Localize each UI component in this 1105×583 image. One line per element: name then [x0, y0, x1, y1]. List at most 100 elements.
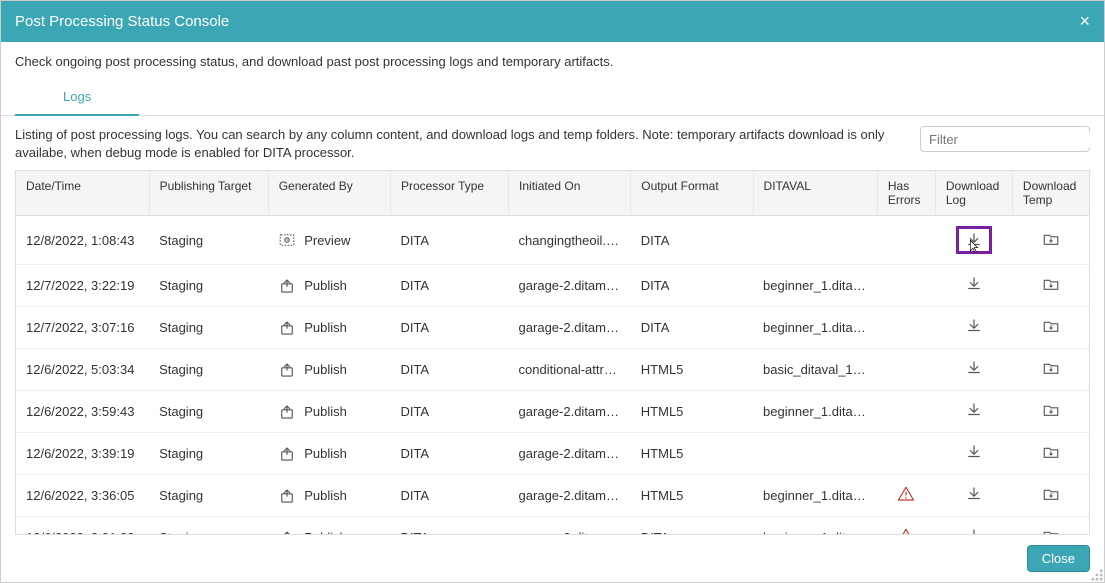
cell-output-format: HTML5 [631, 391, 753, 433]
cell-has-errors [877, 517, 935, 535]
download-temp-icon[interactable] [1042, 527, 1060, 535]
download-temp-icon[interactable] [1042, 401, 1060, 419]
cell-ditaval: beginner_1.ditaval [753, 475, 877, 517]
col-download-log[interactable]: Download Log [935, 171, 1012, 216]
cell-initiated-on: garage-2.ditamap (a [509, 517, 631, 535]
modal-title: Post Processing Status Console [15, 13, 229, 30]
cell-has-errors [877, 349, 935, 391]
cell-datetime: 12/7/2022, 3:07:16 [16, 307, 149, 349]
cell-processor-type: DITA [390, 517, 508, 535]
generated-by-label: Publish [304, 404, 347, 419]
table-row: 12/6/2022, 3:31:38StagingPublishDITAgara… [16, 517, 1089, 535]
cell-download-temp [1012, 391, 1089, 433]
cell-initiated-on: garage-2.ditamap (a [509, 433, 631, 475]
close-button[interactable]: Close [1027, 545, 1090, 572]
cell-datetime: 12/6/2022, 3:59:43 [16, 391, 149, 433]
download-log-icon[interactable] [965, 443, 983, 461]
download-log-icon[interactable] [965, 359, 983, 377]
table-row: 12/7/2022, 3:07:16StagingPublishDITAgara… [16, 307, 1089, 349]
col-download-temp[interactable]: Download Temp [1012, 171, 1089, 216]
download-log-icon[interactable] [965, 401, 983, 419]
warning-icon [897, 527, 915, 535]
cell-initiated-on: garage-2.ditamap (a [509, 475, 631, 517]
close-icon[interactable]: × [1079, 11, 1090, 32]
cell-publishing-target: Staging [149, 517, 268, 535]
cell-generated-by: Publish [268, 349, 390, 391]
col-output-format[interactable]: Output Format [631, 171, 753, 216]
cell-generated-by: Publish [268, 391, 390, 433]
tab-logs[interactable]: Logs [15, 79, 139, 116]
table-row: 12/7/2022, 3:22:19StagingPublishDITAgara… [16, 265, 1089, 307]
generated-by-label: Publish [304, 278, 347, 293]
cell-has-errors [877, 433, 935, 475]
logs-table: Date/Time Publishing Target Generated By… [16, 171, 1089, 535]
cell-generated-by: Publish [268, 517, 390, 535]
download-temp-icon[interactable] [1042, 230, 1060, 248]
cell-output-format: HTML5 [631, 349, 753, 391]
cell-ditaval: beginner_1.ditaval [753, 307, 877, 349]
generated-by-label: Publish [304, 488, 347, 503]
table-row: 12/6/2022, 3:39:19StagingPublishDITAgara… [16, 433, 1089, 475]
highlighted-download[interactable] [956, 226, 992, 254]
download-temp-icon[interactable] [1042, 275, 1060, 293]
cell-download-log [935, 265, 1012, 307]
preview-icon [278, 231, 296, 249]
download-log-icon[interactable] [965, 485, 983, 503]
listing-description: Listing of post processing logs. You can… [15, 126, 908, 162]
col-initiated-on[interactable]: Initiated On [509, 171, 631, 216]
cell-publishing-target: Staging [149, 475, 268, 517]
generated-by-label: Publish [304, 362, 347, 377]
cell-initiated-on: garage-2.ditamap (a [509, 391, 631, 433]
cell-download-log [935, 517, 1012, 535]
download-temp-icon[interactable] [1042, 317, 1060, 335]
cell-generated-by: Publish [268, 475, 390, 517]
generated-by-label: Publish [304, 446, 347, 461]
col-generated-by[interactable]: Generated By [268, 171, 390, 216]
cell-ditaval: beginner_1.ditaval [753, 265, 877, 307]
download-temp-icon[interactable] [1042, 359, 1060, 377]
cell-output-format: DITA [631, 307, 753, 349]
cell-ditaval: basic_ditaval_1.dita [753, 349, 877, 391]
table-row: 12/6/2022, 3:36:05StagingPublishDITAgara… [16, 475, 1089, 517]
download-log-icon[interactable] [965, 527, 983, 535]
filter-input[interactable] [929, 132, 1104, 147]
cell-processor-type: DITA [390, 475, 508, 517]
cell-datetime: 12/6/2022, 3:31:38 [16, 517, 149, 535]
publish-icon [278, 403, 296, 421]
cell-has-errors [877, 265, 935, 307]
table-header-row: Date/Time Publishing Target Generated By… [16, 171, 1089, 216]
cell-initiated-on: garage-2.ditamap (a [509, 265, 631, 307]
resize-grip-icon[interactable] [1090, 568, 1104, 582]
cell-datetime: 12/6/2022, 5:03:34 [16, 349, 149, 391]
download-log-icon[interactable] [965, 275, 983, 293]
publish-icon [278, 277, 296, 295]
col-processor-type[interactable]: Processor Type [390, 171, 508, 216]
publish-icon [278, 319, 296, 337]
cell-initiated-on: changingtheoil.dita [509, 216, 631, 265]
cell-has-errors [877, 475, 935, 517]
cell-has-errors [877, 216, 935, 265]
cell-processor-type: DITA [390, 265, 508, 307]
cell-publishing-target: Staging [149, 349, 268, 391]
cell-publishing-target: Staging [149, 307, 268, 349]
table-scroll[interactable]: Date/Time Publishing Target Generated By… [15, 170, 1090, 535]
col-datetime[interactable]: Date/Time [16, 171, 149, 216]
download-temp-icon[interactable] [1042, 443, 1060, 461]
cell-output-format: HTML5 [631, 475, 753, 517]
cursor-icon [967, 239, 983, 255]
cell-download-temp [1012, 433, 1089, 475]
modal-body: Listing of post processing logs. You can… [1, 116, 1104, 535]
col-ditaval[interactable]: DITAVAL [753, 171, 877, 216]
table-row: 12/6/2022, 3:59:43StagingPublishDITAgara… [16, 391, 1089, 433]
download-temp-icon[interactable] [1042, 485, 1060, 503]
cell-output-format: DITA [631, 265, 753, 307]
cell-generated-by: Publish [268, 433, 390, 475]
generated-by-label: Preview [304, 233, 350, 248]
filter-box[interactable] [920, 126, 1090, 152]
cell-output-format: DITA [631, 517, 753, 535]
col-publishing-target[interactable]: Publishing Target [149, 171, 268, 216]
col-has-errors[interactable]: Has Errors [877, 171, 935, 216]
cell-has-errors [877, 391, 935, 433]
cell-download-temp [1012, 216, 1089, 265]
download-log-icon[interactable] [965, 317, 983, 335]
